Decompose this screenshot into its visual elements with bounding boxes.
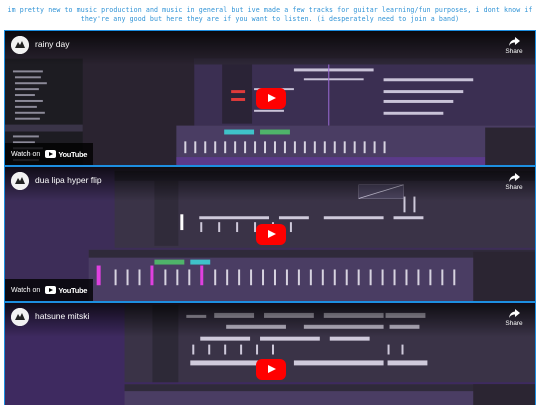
channel-avatar[interactable]	[11, 172, 29, 190]
share-icon	[508, 37, 520, 46]
channel-avatar[interactable]	[11, 36, 29, 54]
video-title[interactable]: rainy day	[35, 39, 70, 49]
youtube-logo: YouTube	[45, 286, 87, 295]
share-label: Share	[505, 320, 523, 327]
watch-on-youtube-button[interactable]: Watch on YouTube	[5, 143, 94, 165]
watch-on-label: Watch on	[11, 286, 41, 294]
watch-on-youtube-button[interactable]: Watch on YouTube	[5, 279, 94, 301]
youtube-logo: YouTube	[45, 150, 87, 159]
share-label: Share	[505, 48, 523, 55]
play-button[interactable]	[256, 359, 286, 380]
title-overlay	[5, 31, 535, 65]
share-icon	[508, 173, 520, 182]
post-text: im pretty new to music production and mu…	[7, 6, 533, 23]
share-icon	[508, 309, 520, 318]
video-title[interactable]: hatsune mitski	[35, 311, 89, 321]
share-button[interactable]: Share	[503, 37, 525, 55]
youtube-icon	[45, 286, 57, 294]
video-embed-2[interactable]: dua lipa hyper flip Share Watch on YouTu…	[4, 166, 536, 302]
share-button[interactable]: Share	[503, 173, 525, 191]
share-button[interactable]: Share	[503, 309, 525, 327]
channel-avatar[interactable]	[11, 308, 29, 326]
video-embed-1[interactable]: rainy day Share Watch on YouTube	[4, 30, 536, 166]
video-embed-3[interactable]: hatsune mitski Share	[4, 302, 536, 405]
video-title[interactable]: dua lipa hyper flip	[35, 175, 102, 185]
play-button[interactable]	[256, 88, 286, 109]
watch-on-label: Watch on	[11, 150, 41, 158]
share-label: Share	[505, 184, 523, 191]
play-button[interactable]	[256, 224, 286, 245]
youtube-icon	[45, 150, 57, 158]
